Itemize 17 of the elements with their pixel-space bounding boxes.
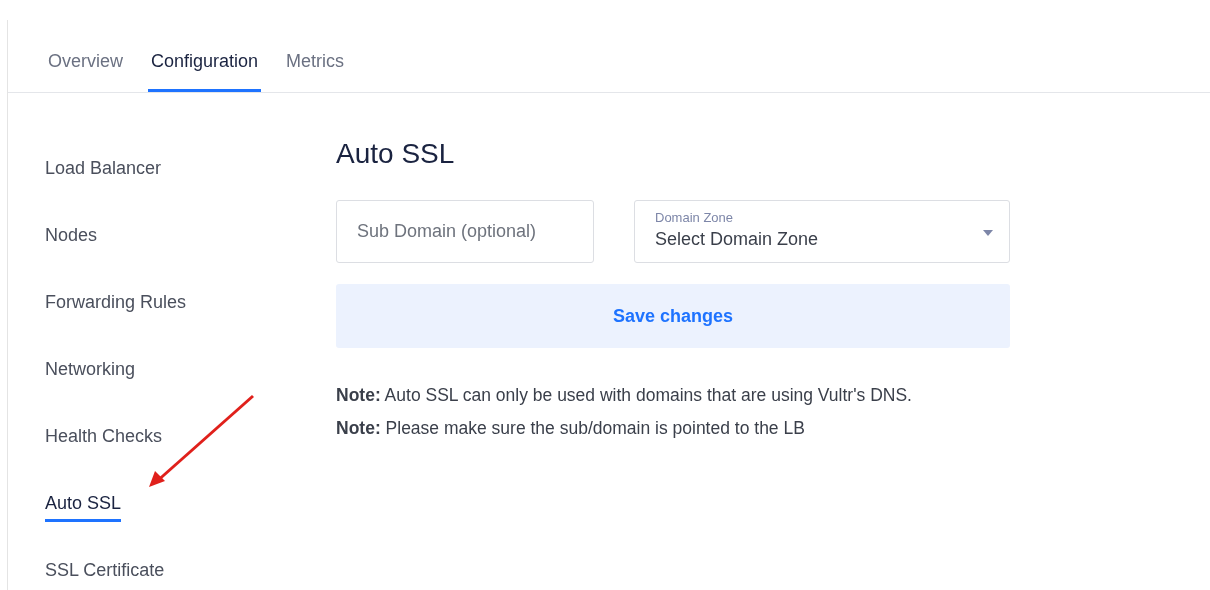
sidebar-item[interactable]: Load Balancer (45, 155, 162, 187)
tab[interactable]: Metrics (283, 51, 348, 92)
section-title: Auto SSL (336, 138, 456, 170)
sidebar-item[interactable]: Forwarding Rules (45, 289, 187, 321)
sidebar-item[interactable]: Auto SSL (45, 490, 122, 522)
sidebar-item[interactable]: Nodes (45, 222, 98, 254)
save-button[interactable]: Save changes (336, 284, 1010, 348)
tab[interactable]: Overview (45, 51, 126, 92)
sidebar-item[interactable]: Health Checks (45, 423, 163, 455)
note-text: Note: Auto SSL can only be used with domains that are using Vultr's DNS. (336, 385, 913, 406)
tab[interactable]: Configuration (148, 51, 262, 92)
sidebar-item[interactable]: SSL Certificate (45, 557, 165, 589)
note-text: Note: Please make sure the sub/domain is pointed to the LB (336, 418, 806, 439)
caret-icon (983, 230, 993, 236)
sub-domain-field[interactable]: Sub Domain (optional) (336, 200, 594, 263)
domain-zone-select[interactable]: Domain Zone Select Domain Zone (634, 200, 1010, 263)
sidebar-item[interactable]: Networking (45, 356, 136, 388)
